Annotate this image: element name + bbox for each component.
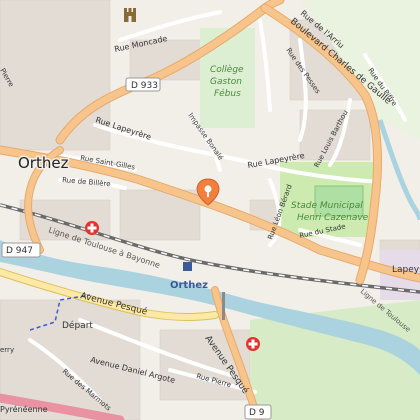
label-stade-2: Henri Cazenave <box>297 213 369 223</box>
castle-icon[interactable] <box>124 8 136 22</box>
hospital-icon[interactable] <box>85 221 99 235</box>
shield-d9: D 9 <box>244 404 272 420</box>
label-depart: Départ <box>62 320 93 331</box>
svg-text:D 9: D 9 <box>249 408 265 418</box>
svg-text:D 933: D 933 <box>131 81 158 91</box>
town-name: Orthez <box>18 154 69 172</box>
label-college-2: Gaston <box>210 77 242 87</box>
label-erry: erry <box>0 346 14 354</box>
label-college-3: Fébus <box>214 88 241 99</box>
shield-d933: D 933 <box>125 77 161 92</box>
hospital-icon[interactable] <box>246 337 260 351</box>
shield-d947: D 947 <box>1 242 41 258</box>
railway-station-icon[interactable] <box>183 262 192 271</box>
station-name: Orthez <box>170 280 208 291</box>
label-pyreneenne: Pyrénéenne <box>0 404 48 414</box>
label-college-1: Collège <box>210 64 244 75</box>
label-lapeyr: Lapeyr <box>392 265 420 275</box>
footbridge <box>222 292 225 320</box>
map-canvas[interactable]: Rue Moncade Rue de l'Arriu Boulevard Cha… <box>0 0 420 420</box>
svg-text:D 947: D 947 <box>6 246 33 256</box>
label-stade-1: Stade Municipal <box>291 201 363 211</box>
